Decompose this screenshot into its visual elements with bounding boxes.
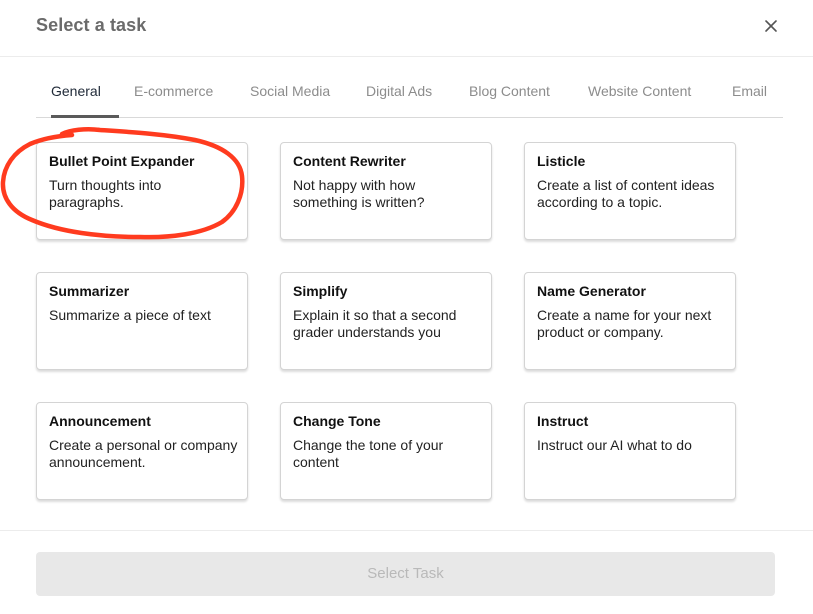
task-card-description: Not happy with how something is written? bbox=[293, 177, 425, 210]
tab-blog-content[interactable]: Blog Content bbox=[469, 83, 550, 99]
task-card-title: Listicle bbox=[537, 153, 586, 169]
modal-header: Select a task bbox=[0, 0, 813, 57]
task-card-description: Explain it so that a second grader under… bbox=[293, 307, 457, 340]
task-card-announcement[interactable]: Announcement Create a personal or compan… bbox=[36, 402, 248, 500]
tab-website-content[interactable]: Website Content bbox=[588, 83, 691, 99]
close-icon bbox=[765, 20, 777, 32]
select-task-modal: Select a task General E-commerce Social … bbox=[0, 0, 813, 614]
tab-e-commerce[interactable]: E-commerce bbox=[134, 83, 213, 99]
tab-email[interactable]: Email bbox=[732, 83, 767, 99]
task-card-bullet-point-expander[interactable]: Bullet Point Expander Turn thoughts into… bbox=[36, 142, 248, 240]
task-card-instruct[interactable]: Instruct Instruct our AI what to do bbox=[524, 402, 736, 500]
task-card-title: Change Tone bbox=[293, 413, 381, 429]
task-card-title: Announcement bbox=[49, 413, 151, 429]
task-card-content-rewriter[interactable]: Content Rewriter Not happy with how some… bbox=[280, 142, 492, 240]
task-card-description: Instruct our AI what to do bbox=[537, 437, 692, 453]
active-tab-indicator bbox=[51, 115, 119, 118]
task-card-name-generator[interactable]: Name Generator Create a name for your ne… bbox=[524, 272, 736, 370]
tab-social-media[interactable]: Social Media bbox=[250, 83, 330, 99]
task-card-title: Name Generator bbox=[537, 283, 646, 299]
close-button[interactable] bbox=[760, 15, 782, 37]
task-card-title: Simplify bbox=[293, 283, 348, 299]
task-card-simplify[interactable]: Simplify Explain it so that a second gra… bbox=[280, 272, 492, 370]
task-card-description: Change the tone of your content bbox=[293, 437, 444, 470]
task-card-description: Summarize a piece of text bbox=[49, 307, 211, 323]
task-card-change-tone[interactable]: Change Tone Change the tone of your cont… bbox=[280, 402, 492, 500]
task-card-title: Instruct bbox=[537, 413, 589, 429]
task-card-description: Create a name for your next product or c… bbox=[537, 307, 712, 340]
task-card-title: Bullet Point Expander bbox=[49, 153, 195, 169]
task-card-title: Content Rewriter bbox=[293, 153, 406, 169]
tab-digital-ads[interactable]: Digital Ads bbox=[366, 83, 432, 99]
task-card-summarizer[interactable]: Summarizer Summarize a piece of text bbox=[36, 272, 248, 370]
select-task-button[interactable]: Select Task bbox=[36, 552, 775, 596]
modal-title: Select a task bbox=[36, 15, 147, 35]
task-card-description: Turn thoughts into paragraphs. bbox=[49, 177, 162, 210]
task-card-description: Create a list of content ideas according… bbox=[537, 177, 715, 210]
task-card-listicle[interactable]: Listicle Create a list of content ideas … bbox=[524, 142, 736, 240]
tab-general[interactable]: General bbox=[51, 83, 101, 99]
modal-footer: Select Task bbox=[0, 530, 813, 614]
task-card-title: Summarizer bbox=[49, 283, 130, 299]
task-card-description: Create a personal or company announcemen… bbox=[49, 437, 238, 470]
category-tabs: General E-commerce Social Media Digital … bbox=[36, 76, 783, 118]
